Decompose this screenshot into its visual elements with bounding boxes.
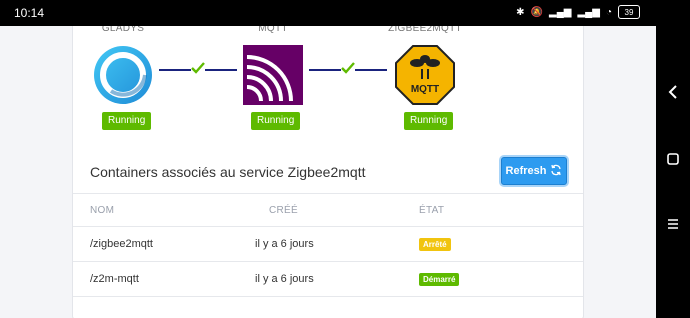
zigbee-logo-text: MQTT (411, 84, 439, 95)
service-label-zigbee2mqtt: ZIGBEE2MQTT (388, 26, 462, 34)
service-label-mqtt: MQTT (258, 26, 288, 34)
signal-icon-2: ▂▄▆ (577, 6, 600, 18)
status-badge-gladys: Running (102, 112, 152, 130)
service-label-gladys: GLADYS (101, 26, 145, 34)
column-header-name: NOM (90, 205, 115, 216)
wifi-icon: ◔ (605, 6, 612, 18)
column-header-created: CRÉÉ (269, 205, 298, 216)
refresh-button[interactable]: Refresh (501, 157, 567, 185)
container-created: il y a 6 jours (255, 238, 314, 250)
zigbee2mqtt-logo-icon: MQTT (395, 45, 455, 105)
mqtt-logo-icon (243, 45, 303, 105)
mute-alarm-icon: 🔕 (530, 6, 544, 18)
table-row: /z2m-mqtt il y a 6 jours Démarré (73, 262, 583, 297)
battery-icon: 39 (618, 5, 640, 19)
status-icons: ✱ 🔕 ▂▄▆ ▂▄▆ ◔ 39 (516, 5, 640, 19)
gladys-logo-icon (93, 45, 153, 105)
refresh-icon (550, 164, 562, 179)
container-created: il y a 6 jours (255, 273, 314, 285)
state-badge: Arrêté (419, 238, 451, 251)
status-badge-zigbee2mqtt: Running (404, 112, 454, 130)
refresh-label: Refresh (505, 165, 547, 177)
bluetooth-icon: ✱ (516, 6, 525, 18)
android-nav-bar (656, 0, 690, 318)
column-header-state: ÉTAT (419, 205, 445, 216)
home-button[interactable] (656, 144, 690, 174)
container-name: /zigbee2mqtt (90, 238, 153, 250)
service-card: GLADYS MQTT ZIGBEE2MQTT MQTT Running Run… (72, 26, 584, 318)
state-badge: Démarré (419, 273, 460, 286)
table-header: NOM CRÉÉ ÉTAT (73, 193, 583, 227)
recents-button[interactable] (656, 209, 690, 239)
clock: 10:14 (14, 6, 45, 20)
status-bar: 10:14 ✱ 🔕 ▂▄▆ ▂▄▆ ◔ 39 (0, 0, 656, 26)
check-icon (189, 59, 207, 77)
check-icon (339, 59, 357, 77)
status-badge-mqtt: Running (251, 112, 301, 130)
table-row: /zigbee2mqtt il y a 6 jours Arrêté (73, 227, 583, 262)
container-name: /z2m-mqtt (90, 273, 139, 285)
signal-icon: ▂▄▆ (549, 6, 572, 18)
back-button[interactable] (656, 77, 690, 107)
page-screen: GLADYS MQTT ZIGBEE2MQTT MQTT Running Run… (0, 26, 656, 318)
section-title: Containers associés au service Zigbee2mq… (90, 164, 366, 180)
